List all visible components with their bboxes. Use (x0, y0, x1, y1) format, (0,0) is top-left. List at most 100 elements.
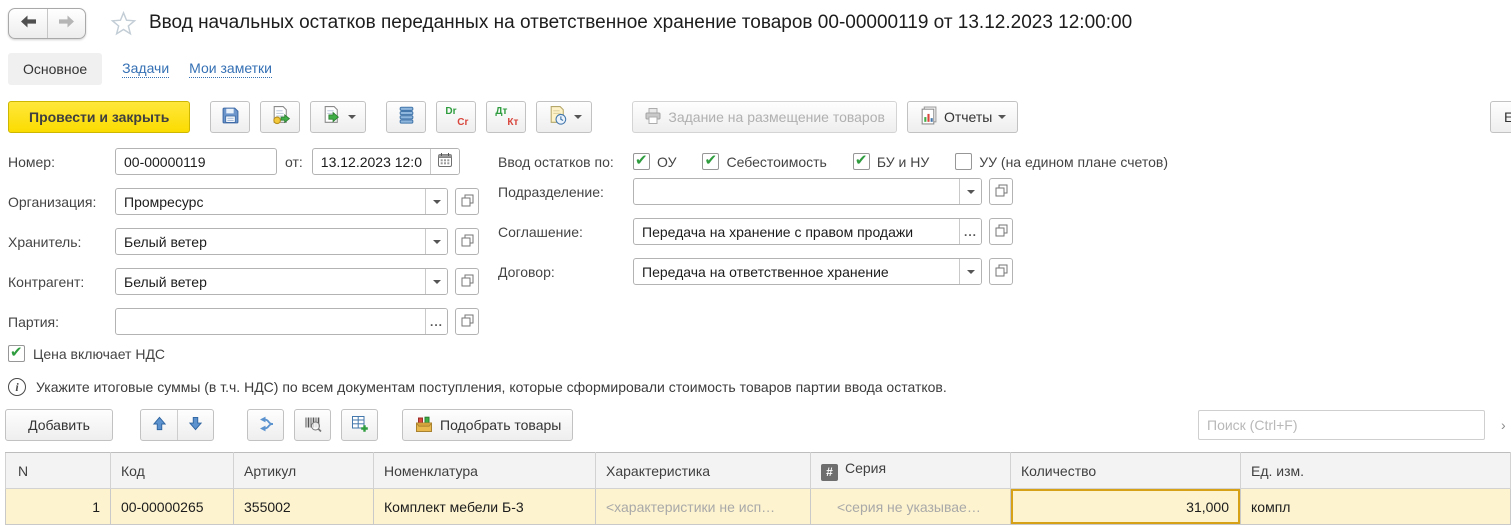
checkbox-icon[interactable] (633, 153, 650, 170)
ellipsis-icon: ... (430, 317, 443, 327)
agreement-open-button[interactable] (989, 218, 1013, 245)
vat-label: Цена включает НДС (33, 346, 165, 362)
save-button[interactable] (210, 101, 250, 133)
date-input[interactable] (313, 149, 430, 174)
favorite-star-icon[interactable] (110, 10, 137, 37)
tabs-bar: Основное Задачи Мои заметки (8, 52, 272, 86)
col-header-characteristic[interactable]: Характеристика (596, 453, 811, 489)
agreement-select-button[interactable]: ... (959, 219, 981, 244)
cell-n[interactable]: 1 (6, 489, 111, 525)
table-header-row: N Код Артикул Номенклатура Характеристик… (6, 453, 1511, 489)
col-header-nomenclature[interactable]: Номенклатура (374, 453, 596, 489)
split-row-button[interactable] (247, 409, 284, 441)
department-label: Подразделение: (498, 184, 633, 200)
arrow-right-icon (58, 15, 75, 31)
tab-notes[interactable]: Мои заметки (189, 60, 272, 78)
pick-goods-button[interactable]: Подобрать товары (402, 409, 573, 441)
keeper-input[interactable] (116, 229, 425, 254)
dtkt-button[interactable]: ДтКт (486, 101, 526, 133)
arrow-up-icon (152, 416, 167, 434)
document-toolbar: Провести и закрыть DrCr ДтКт (8, 100, 1511, 134)
open-link-icon (461, 314, 474, 330)
date-label: от: (285, 154, 303, 170)
cell-series[interactable]: <серия не указывае… (811, 489, 1011, 525)
hash-icon: # (821, 464, 838, 481)
back-button[interactable] (9, 9, 47, 38)
contract-input[interactable] (634, 259, 959, 284)
move-up-button[interactable] (141, 410, 177, 440)
cell-article[interactable]: 355002 (234, 489, 374, 525)
titlebar: Ввод начальных остатков переданных на от… (8, 6, 1511, 40)
tab-main[interactable]: Основное (8, 53, 102, 85)
add-row-button[interactable]: Добавить (5, 409, 113, 441)
forward-button[interactable] (47, 9, 85, 38)
department-dropdown-button[interactable] (959, 179, 981, 204)
col-header-quantity[interactable]: Количество (1011, 453, 1241, 489)
reports-button[interactable]: Отчеты (907, 101, 1018, 133)
cell-nomenclature[interactable]: Комплект мебели Б-3 (374, 489, 596, 525)
document-schedule-button[interactable] (536, 101, 592, 133)
checkbox-icon[interactable] (702, 153, 719, 170)
checkbox-bu-nu[interactable]: БУ и НУ (853, 153, 929, 170)
drcr-button[interactable]: DrCr (436, 101, 476, 133)
organization-open-button[interactable] (455, 188, 479, 215)
items-search-input[interactable] (1198, 410, 1485, 440)
organization-input[interactable] (116, 189, 425, 214)
document-clock-icon (547, 105, 568, 129)
contract-open-button[interactable] (989, 258, 1013, 285)
vat-checkbox[interactable] (8, 345, 25, 362)
barcode-search-button[interactable] (294, 409, 331, 441)
col-header-code[interactable]: Код (111, 453, 234, 489)
col-header-n[interactable]: N (6, 453, 111, 489)
cell-code[interactable]: 00-00000265 (111, 489, 234, 525)
items-toolbar: Добавить Подобрать товары › (5, 408, 1511, 442)
checkbox-icon[interactable] (955, 153, 972, 170)
contract-label: Договор: (498, 264, 633, 280)
cell-quantity-selected[interactable]: 31,000 (1011, 489, 1241, 525)
batch-open-button[interactable] (455, 308, 479, 335)
items-table: N Код Артикул Номенклатура Характеристик… (5, 452, 1511, 525)
register-records-icon (397, 106, 416, 128)
post-and-close-button[interactable]: Провести и закрыть (8, 101, 190, 133)
cell-unit[interactable]: компл (1241, 489, 1511, 525)
tab-tasks[interactable]: Задачи (122, 60, 169, 78)
search-expand-icon[interactable]: › (1501, 417, 1506, 433)
chevron-down-icon (998, 115, 1006, 119)
batch-select-button[interactable]: ... (425, 309, 447, 334)
keeper-open-button[interactable] (455, 228, 479, 255)
floppy-disk-icon (221, 106, 240, 128)
contract-dropdown-button[interactable] (959, 259, 981, 284)
table-row[interactable]: 1 00-00000265 355002 Комплект мебели Б-3… (6, 489, 1511, 525)
agreement-input[interactable] (634, 219, 959, 244)
keeper-dropdown-button[interactable] (425, 229, 447, 254)
info-icon: i (8, 378, 26, 396)
checkbox-cost[interactable]: Себестоимость (702, 153, 826, 170)
checkbox-icon[interactable] (853, 153, 870, 170)
document-registers-button[interactable] (386, 101, 426, 133)
post-document-button[interactable] (260, 101, 300, 133)
department-open-button[interactable] (989, 178, 1013, 205)
counterparty-open-button[interactable] (455, 268, 479, 295)
col-header-series[interactable]: #Серия (811, 453, 1011, 489)
counterparty-dropdown-button[interactable] (425, 269, 447, 294)
checkbox-uu[interactable]: УУ (на едином плане счетов) (955, 153, 1168, 170)
calendar-button[interactable] (430, 149, 459, 174)
agreement-label: Соглашение: (498, 224, 633, 240)
document-arrow-icon (321, 105, 342, 129)
counterparty-input[interactable] (116, 269, 425, 294)
table-plus-icon (351, 415, 369, 436)
cell-characteristic[interactable]: <характеристики не исп… (596, 489, 811, 525)
col-header-unit[interactable]: Ед. изм. (1241, 453, 1511, 489)
col-header-article[interactable]: Артикул (234, 453, 374, 489)
checkbox-ou[interactable]: ОУ (633, 153, 676, 170)
number-input[interactable] (116, 149, 276, 174)
add-by-table-button[interactable] (341, 409, 378, 441)
placement-task-button[interactable]: Задание на размещение товаров (632, 101, 897, 133)
department-input[interactable] (634, 179, 959, 204)
batch-input[interactable] (116, 309, 425, 334)
more-button[interactable]: Еще (1490, 101, 1511, 133)
organization-dropdown-button[interactable] (425, 189, 447, 214)
create-based-on-button[interactable] (310, 101, 366, 133)
balances-label: Ввод остатков по: (498, 154, 633, 170)
move-down-button[interactable] (177, 410, 213, 440)
